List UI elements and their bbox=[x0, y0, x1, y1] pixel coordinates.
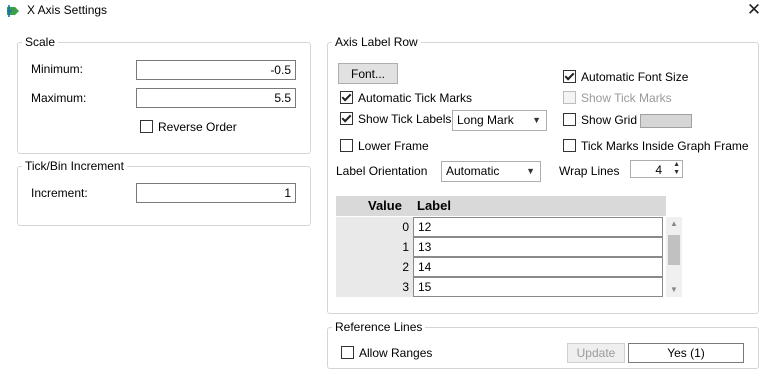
wrap-lines-stepper[interactable]: 4 ▲ ▼ bbox=[630, 160, 683, 178]
close-icon[interactable]: ✕ bbox=[744, 0, 764, 20]
show-grid-label: Show Grid bbox=[581, 113, 638, 127]
tick-legend: Tick/Bin Increment bbox=[22, 159, 127, 173]
scroll-up-icon[interactable]: ▲ bbox=[667, 219, 681, 228]
reference-lines-legend: Reference Lines bbox=[332, 320, 426, 334]
minimum-field[interactable]: -0.5 bbox=[136, 60, 296, 80]
scroll-down-icon[interactable]: ▼ bbox=[667, 285, 681, 294]
table-label-cell[interactable]: 13 bbox=[413, 237, 663, 257]
tick-inside-frame-checkbox[interactable] bbox=[563, 139, 576, 152]
show-grid-checkbox[interactable] bbox=[563, 113, 576, 126]
allow-ranges-label: Allow Ranges bbox=[359, 346, 433, 360]
update-button[interactable]: Update bbox=[567, 343, 625, 363]
reference-lines-list[interactable]: Yes (1) bbox=[628, 343, 744, 363]
window-title: X Axis Settings bbox=[27, 3, 108, 17]
scrollbar-thumb[interactable] bbox=[668, 235, 680, 265]
scale-legend: Scale bbox=[22, 35, 59, 49]
table-row: 3 bbox=[336, 277, 413, 297]
maximum-label: Maximum: bbox=[31, 91, 87, 105]
wrap-lines-label: Wrap Lines bbox=[559, 164, 620, 178]
tick-inside-frame-label: Tick Marks Inside Graph Frame bbox=[581, 139, 749, 153]
allow-ranges-checkbox[interactable] bbox=[341, 346, 354, 359]
auto-font-size-checkbox[interactable] bbox=[563, 70, 576, 83]
wrap-lines-value: 4 bbox=[655, 163, 662, 177]
grid-color-swatch[interactable] bbox=[640, 114, 692, 128]
minimum-label: Minimum: bbox=[31, 62, 84, 76]
increment-field[interactable]: 1 bbox=[136, 183, 296, 203]
graph-axis-icon bbox=[7, 5, 19, 17]
label-orientation-value: Automatic bbox=[446, 164, 500, 178]
show-tick-marks-label: Show Tick Marks bbox=[581, 91, 672, 105]
auto-tick-marks-checkbox[interactable] bbox=[340, 91, 353, 104]
table-label-cell[interactable]: 12 bbox=[413, 217, 663, 237]
label-orientation-dropdown[interactable]: Automatic ▼ bbox=[441, 161, 541, 182]
tick-label-style-value: Long Mark bbox=[457, 113, 514, 127]
table-header-row: Value Label bbox=[336, 196, 666, 216]
title-bar bbox=[0, 0, 765, 22]
lower-frame-label: Lower Frame bbox=[358, 139, 429, 153]
spin-down-icon[interactable]: ▼ bbox=[673, 169, 680, 177]
label-column-header: Label bbox=[417, 198, 451, 213]
increment-label: Increment: bbox=[31, 186, 88, 200]
table-row: 1 bbox=[336, 237, 413, 257]
label-orientation-label: Label Orientation bbox=[336, 164, 428, 178]
table-label-cell[interactable]: 14 bbox=[413, 257, 663, 277]
table-row: 0 bbox=[336, 217, 413, 237]
table-label-cell[interactable]: 15 bbox=[413, 277, 663, 297]
value-column-header: Value bbox=[368, 198, 402, 213]
axis-label-row-legend: Axis Label Row bbox=[332, 35, 421, 49]
chevron-down-icon: ▼ bbox=[532, 115, 541, 125]
auto-tick-marks-label: Automatic Tick Marks bbox=[358, 91, 473, 105]
tick-label-style-dropdown[interactable]: Long Mark ▼ bbox=[452, 110, 547, 131]
show-tick-marks-checkbox bbox=[563, 91, 576, 104]
show-tick-labels-checkbox[interactable] bbox=[340, 112, 353, 125]
chevron-down-icon: ▼ bbox=[526, 166, 535, 176]
lower-frame-checkbox[interactable] bbox=[340, 139, 353, 152]
auto-font-size-label: Automatic Font Size bbox=[581, 70, 689, 84]
spin-up-icon[interactable]: ▲ bbox=[673, 161, 680, 169]
reverse-order-label: Reverse Order bbox=[158, 120, 237, 134]
font-button[interactable]: Font... bbox=[338, 63, 398, 84]
reverse-order-checkbox[interactable] bbox=[140, 120, 153, 133]
table-scrollbar[interactable]: ▲ ▼ bbox=[666, 217, 682, 297]
table-row: 2 bbox=[336, 257, 413, 277]
show-tick-labels-label: Show Tick Labels bbox=[358, 112, 452, 126]
maximum-field[interactable]: 5.5 bbox=[136, 88, 296, 108]
